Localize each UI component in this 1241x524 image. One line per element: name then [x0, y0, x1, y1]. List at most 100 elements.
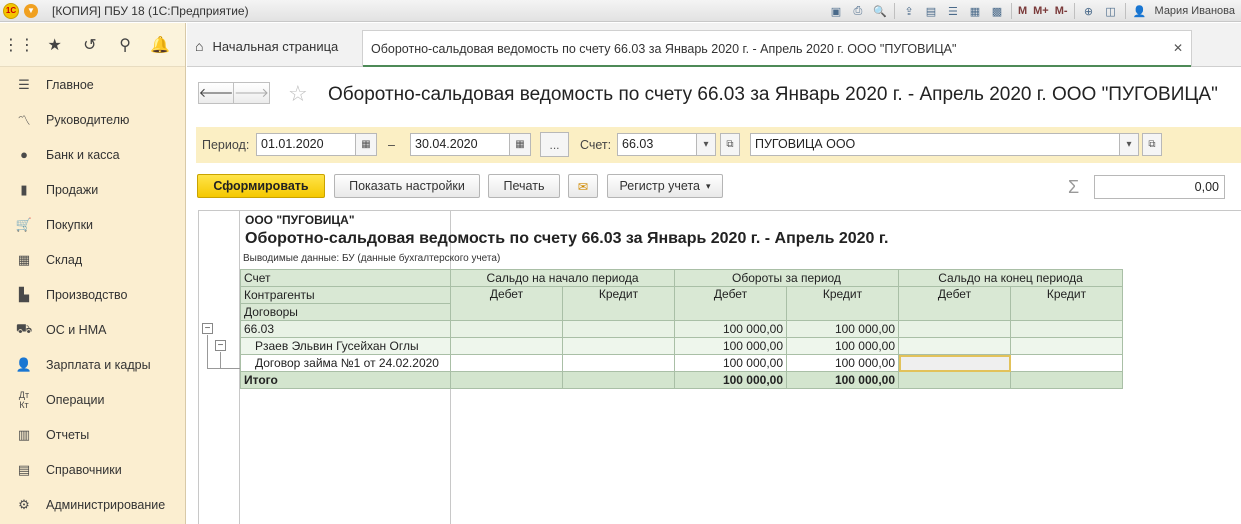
- person-icon: 👤: [15, 356, 33, 372]
- history-icon[interactable]: ↺: [79, 34, 100, 56]
- filter-bar: Период: 01.01.2020 ▦ – 30.04.2020 ▦ ... …: [196, 127, 1241, 163]
- table-row[interactable]: Договор займа №1 от 24.02.2020 100 000,0…: [240, 354, 1123, 372]
- main-menu-icon[interactable]: ▼: [24, 3, 38, 18]
- 1c-logo-icon[interactable]: 1С: [3, 2, 19, 19]
- memory-button[interactable]: M: [1018, 5, 1027, 17]
- show-settings-button[interactable]: Показать настройки: [334, 174, 480, 198]
- selected-cell[interactable]: [898, 354, 1011, 372]
- memory-plus-button[interactable]: M+: [1033, 5, 1049, 17]
- coin-icon: ●: [20, 147, 28, 162]
- header-debit: Дебет: [674, 286, 787, 321]
- upload-icon[interactable]: ⇪: [900, 3, 918, 19]
- account-field[interactable]: 66.03: [617, 133, 697, 156]
- sidebar-item-salary[interactable]: 👤 Зарплата и кадры: [0, 347, 185, 382]
- sidebar-item-assets[interactable]: ⛟ ОС и НМА: [0, 312, 185, 347]
- tab-bar: ⌂ Начальная страница Оборотно-сальдовая …: [187, 23, 1241, 67]
- open-icon[interactable]: ⧉: [720, 133, 740, 156]
- bag-icon: ▮: [20, 181, 28, 197]
- header-credit: Кредит: [786, 286, 899, 321]
- total-row[interactable]: Итого 100 000,00 100 000,00: [240, 371, 1123, 389]
- sidebar-item-admin[interactable]: ⚙ Администрирование: [0, 487, 185, 522]
- header-opening: Сальдо на начало периода: [450, 269, 675, 287]
- chevron-down-icon: ▾: [706, 180, 711, 191]
- apps-grid-icon[interactable]: ⋮⋮: [3, 34, 35, 56]
- sidebar-item-reports[interactable]: ▥ Отчеты: [0, 417, 185, 452]
- zoom-icon[interactable]: ⊕: [1080, 3, 1098, 19]
- sidebar-item-production[interactable]: ▙ Производство: [0, 277, 185, 312]
- memory-minus-button[interactable]: M-: [1055, 5, 1068, 17]
- period-select-button[interactable]: ...: [540, 132, 569, 157]
- dt-kt-icon: Дт Кт: [18, 389, 30, 410]
- preview-icon[interactable]: 🔍: [871, 3, 889, 19]
- sidebar-item-bank[interactable]: ● Банк и касса: [0, 137, 185, 172]
- report-org: ООО "ПУГОВИЦА": [245, 213, 355, 227]
- email-icon[interactable]: ✉: [568, 174, 598, 198]
- factory-icon: ▙: [19, 286, 29, 302]
- header-account: Счет: [240, 269, 451, 287]
- cart-icon: 🛒: [15, 216, 33, 232]
- sigma-icon: Σ: [1068, 177, 1080, 197]
- search-icon[interactable]: ⚲: [115, 34, 136, 56]
- table-row[interactable]: Рзаев Эльвин Гусейхан Оглы 100 000,00 10…: [240, 337, 1123, 355]
- list-icon[interactable]: ☰: [944, 3, 962, 19]
- header-contracts: Договоры: [240, 303, 451, 321]
- page-title: Оборотно-сальдовая ведомость по счету 66…: [328, 84, 1218, 105]
- sidebar-item-operations[interactable]: Дт Кт Операции: [0, 382, 185, 417]
- date-from-field[interactable]: 01.01.2020: [256, 133, 356, 156]
- calendar-icon[interactable]: ▦: [509, 133, 531, 156]
- account-label: Счет:: [580, 138, 612, 152]
- sidebar-item-warehouse[interactable]: ▦ Склад: [0, 242, 185, 277]
- period-dash: –: [388, 138, 395, 152]
- sidebar-item-main[interactable]: ☰ Главное: [0, 67, 185, 102]
- chevron-down-icon[interactable]: ▾: [1119, 133, 1139, 156]
- panel-icon[interactable]: ◫: [1102, 3, 1120, 19]
- tab-report[interactable]: Оборотно-сальдовая ведомость по счету 66…: [362, 30, 1192, 67]
- header-debit: Дебет: [450, 286, 563, 321]
- sidebar-item-catalogs[interactable]: ▤ Справочники: [0, 452, 185, 487]
- header-turnover: Обороты за период: [674, 269, 899, 287]
- title-bar: 1С ▼ [КОПИЯ] ПБУ 18 (1С:Предприятие) ▣ ⎙…: [0, 0, 1241, 22]
- tab-home[interactable]: ⌂ Начальная страница: [187, 35, 338, 57]
- chevron-down-icon[interactable]: ▾: [696, 133, 716, 156]
- favorite-star-icon[interactable]: ☆: [288, 81, 308, 107]
- table-row[interactable]: 66.03 100 000,00 100 000,00: [240, 320, 1123, 338]
- warehouse-icon: ▦: [17, 251, 31, 267]
- report-title: Оборотно-сальдовая ведомость по счету 66…: [245, 230, 889, 247]
- collapse-icon[interactable]: −: [215, 340, 226, 351]
- sidebar-item-sales[interactable]: ▮ Продажи: [0, 172, 185, 207]
- open-icon[interactable]: ⧉: [1142, 133, 1162, 156]
- sidebar-item-purchases[interactable]: 🛒 Покупки: [0, 207, 185, 242]
- print-button[interactable]: Печать: [488, 174, 560, 198]
- header-counterparties: Контрагенты: [240, 286, 451, 304]
- close-icon[interactable]: ✕: [1173, 41, 1183, 55]
- panel-toolbar: ⋮⋮ ★ ↺ ⚲ 🔔: [0, 23, 185, 67]
- sections-panel: ⋮⋮ ★ ↺ ⚲ 🔔 ☰ Главное 〽 Руководителю ● Банк …: [0, 23, 186, 524]
- generate-button[interactable]: Сформировать: [197, 174, 325, 198]
- period-label: Период:: [202, 138, 250, 152]
- collapse-icon[interactable]: −: [202, 323, 213, 334]
- back-button[interactable]: 🡐: [198, 82, 234, 104]
- bar-chart-icon: ▥: [17, 426, 31, 442]
- home-icon: ⌂: [195, 38, 204, 54]
- book-icon: ▤: [17, 461, 31, 477]
- calendar-icon[interactable]: ▦: [355, 133, 377, 156]
- print-icon[interactable]: ⎙: [849, 3, 867, 19]
- document-icon[interactable]: ▤: [922, 3, 940, 19]
- date-to-field[interactable]: 30.04.2020: [410, 133, 510, 156]
- favorites-star-icon[interactable]: ★: [44, 34, 65, 56]
- save-icon[interactable]: ▣: [827, 3, 845, 19]
- calendar-icon[interactable]: ▩: [988, 3, 1006, 19]
- bell-icon[interactable]: 🔔: [150, 34, 171, 56]
- menu-icon: ☰: [18, 76, 30, 92]
- header-credit: Кредит: [562, 286, 675, 321]
- trend-icon: 〽: [17, 113, 31, 128]
- truck-icon: ⛟: [15, 320, 33, 336]
- user-name[interactable]: Мария Иванова: [1155, 5, 1235, 17]
- forward-button[interactable]: 🡒: [234, 82, 270, 104]
- gear-icon: ⚙: [18, 496, 30, 512]
- sidebar-item-management[interactable]: 〽 Руководителю: [0, 102, 185, 137]
- organization-field[interactable]: ПУГОВИЦА ООО: [750, 133, 1120, 156]
- calculator-icon[interactable]: ▦: [966, 3, 984, 19]
- register-button[interactable]: Регистр учета ▾: [607, 174, 723, 198]
- report-sheet[interactable]: ООО "ПУГОВИЦА" Оборотно-сальдовая ведомо…: [198, 210, 1241, 524]
